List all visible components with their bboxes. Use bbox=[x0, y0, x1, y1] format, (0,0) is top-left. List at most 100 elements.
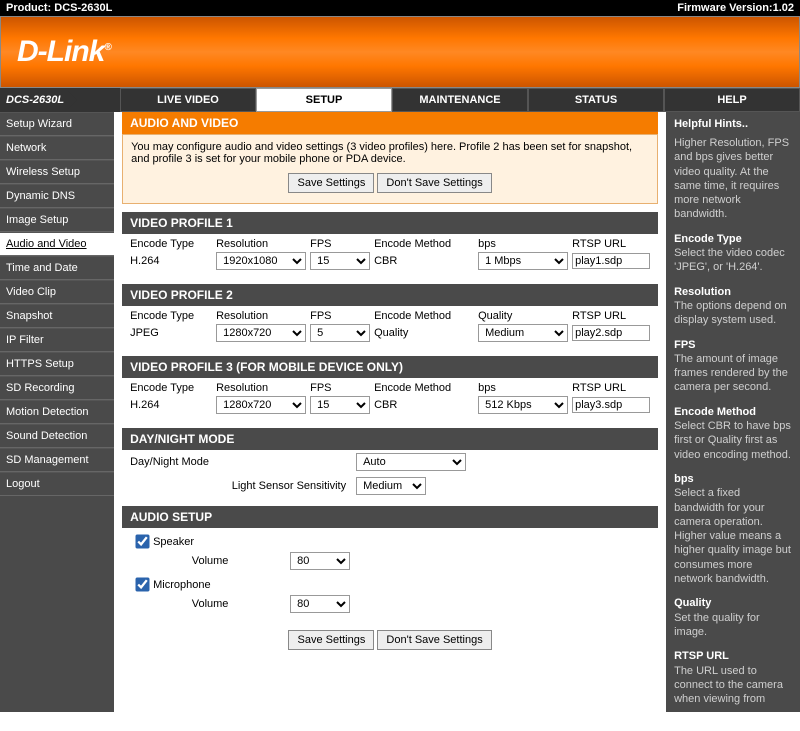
col-encode: Encode Type bbox=[130, 238, 212, 250]
speaker-volume-select[interactable]: 80 bbox=[290, 552, 350, 570]
col-rtsp: RTSP URL bbox=[572, 310, 650, 322]
tab-status[interactable]: STATUS bbox=[528, 88, 664, 112]
sidebar-item-audio-and-video[interactable]: Audio and Video bbox=[0, 232, 114, 256]
hint-bps-h: bps bbox=[674, 472, 792, 486]
audio-header: AUDIO SETUP bbox=[122, 506, 658, 528]
hint-res-h: Resolution bbox=[674, 285, 792, 299]
p1-rtsp-input[interactable] bbox=[572, 253, 650, 269]
microphone-checkbox[interactable] bbox=[135, 577, 149, 591]
model-tag: DCS-2630L bbox=[0, 88, 120, 112]
col-encode: Encode Type bbox=[130, 310, 212, 322]
p3-method: CBR bbox=[374, 399, 474, 411]
col-bps: bps bbox=[478, 382, 568, 394]
page-title: AUDIO AND VIDEO bbox=[122, 112, 658, 134]
col-encode: Encode Type bbox=[130, 382, 212, 394]
microphone-volume-label: Volume bbox=[130, 598, 290, 610]
hint-q-h: Quality bbox=[674, 596, 792, 610]
sidebar-item-sound-detection[interactable]: Sound Detection bbox=[0, 424, 114, 448]
save-settings-top-button[interactable]: Save Settings bbox=[288, 173, 374, 193]
sidebar-item-logout[interactable]: Logout bbox=[0, 472, 114, 496]
hints-panel: Helpful Hints.. Higher Resolution, FPS a… bbox=[666, 112, 800, 712]
speaker-checkbox[interactable] bbox=[135, 534, 149, 548]
speaker-volume-label: Volume bbox=[130, 555, 290, 567]
dont-save-settings-bottom-button[interactable]: Don't Save Settings bbox=[377, 630, 491, 650]
p2-quality-select[interactable]: Medium bbox=[478, 324, 568, 342]
col-bps: bps bbox=[478, 238, 568, 250]
daynight-header: DAY/NIGHT MODE bbox=[122, 428, 658, 450]
col-fps: FPS bbox=[310, 310, 370, 322]
sidebar-item-wireless-setup[interactable]: Wireless Setup bbox=[0, 160, 114, 184]
col-fps: FPS bbox=[310, 382, 370, 394]
profile3-grid: Encode Type Resolution FPS Encode Method… bbox=[122, 378, 658, 420]
p1-encode: H.264 bbox=[130, 255, 212, 267]
hint-rtsp-t: The URL used to connect to the camera wh… bbox=[674, 665, 783, 706]
dont-save-settings-top-button[interactable]: Don't Save Settings bbox=[377, 173, 491, 193]
p1-fps-select[interactable]: 15 bbox=[310, 252, 370, 270]
p2-fps-select[interactable]: 5 bbox=[310, 324, 370, 342]
p3-resolution-select[interactable]: 1280x720 bbox=[216, 396, 306, 414]
sidebar-item-ip-filter[interactable]: IP Filter bbox=[0, 328, 114, 352]
tab-live-video[interactable]: LIVE VIDEO bbox=[120, 88, 256, 112]
sidebar-item-motion-detection[interactable]: Motion Detection bbox=[0, 400, 114, 424]
hint-bps-t: Select a fixed bandwidth for your camera… bbox=[674, 487, 791, 585]
sidebar-item-snapshot[interactable]: Snapshot bbox=[0, 304, 114, 328]
sidebar-item-time-and-date[interactable]: Time and Date bbox=[0, 256, 114, 280]
col-rtsp: RTSP URL bbox=[572, 382, 650, 394]
col-res: Resolution bbox=[216, 310, 306, 322]
profile2-grid: Encode Type Resolution FPS Encode Method… bbox=[122, 306, 658, 348]
microphone-label: Microphone bbox=[153, 579, 210, 591]
save-settings-bottom-button[interactable]: Save Settings bbox=[288, 630, 374, 650]
p2-rtsp-input[interactable] bbox=[572, 325, 650, 341]
sidebar-item-network[interactable]: Network bbox=[0, 136, 114, 160]
profile1-grid: Encode Type Resolution FPS Encode Method… bbox=[122, 234, 658, 276]
profile1-header: VIDEO PROFILE 1 bbox=[122, 212, 658, 234]
p1-bps-select[interactable]: 1 Mbps bbox=[478, 252, 568, 270]
p2-method: Quality bbox=[374, 327, 474, 339]
p2-resolution-select[interactable]: 1280x720 bbox=[216, 324, 306, 342]
tab-setup[interactable]: SETUP bbox=[256, 88, 392, 112]
microphone-volume-select[interactable]: 80 bbox=[290, 595, 350, 613]
hints-intro: Higher Resolution, FPS and bps gives bet… bbox=[674, 136, 792, 222]
tab-help[interactable]: HELP bbox=[664, 88, 800, 112]
speaker-label: Speaker bbox=[153, 536, 194, 548]
col-method: Encode Method bbox=[374, 238, 474, 250]
col-res: Resolution bbox=[216, 382, 306, 394]
p1-method: CBR bbox=[374, 255, 474, 267]
col-fps: FPS bbox=[310, 238, 370, 250]
light-sensitivity-label: Light Sensor Sensitivity bbox=[130, 480, 356, 492]
sidebar-item-dynamic-dns[interactable]: Dynamic DNS bbox=[0, 184, 114, 208]
p1-resolution-select[interactable]: 1920x1080 bbox=[216, 252, 306, 270]
brand-logo: D-Link® bbox=[17, 35, 111, 69]
p3-fps-select[interactable]: 15 bbox=[310, 396, 370, 414]
hint-q-t: Set the quality for image. bbox=[674, 612, 760, 638]
col-method: Encode Method bbox=[374, 310, 474, 322]
sidebar-item-https-setup[interactable]: HTTPS Setup bbox=[0, 352, 114, 376]
intro-panel: You may configure audio and video settin… bbox=[122, 134, 658, 204]
p2-encode: JPEG bbox=[130, 327, 212, 339]
intro-text: You may configure audio and video settin… bbox=[131, 141, 649, 165]
hints-title: Helpful Hints.. bbox=[674, 118, 792, 130]
daynight-mode-label: Day/Night Mode bbox=[130, 456, 260, 468]
hint-fps-t: The amount of image frames rendered by t… bbox=[674, 353, 788, 394]
product-label: Product: DCS-2630L bbox=[6, 2, 112, 14]
sidebar-item-sd-management[interactable]: SD Management bbox=[0, 448, 114, 472]
sidebar-item-setup-wizard[interactable]: Setup Wizard bbox=[0, 112, 114, 136]
sidebar-item-video-clip[interactable]: Video Clip bbox=[0, 280, 114, 304]
p3-bps-select[interactable]: 512 Kbps bbox=[478, 396, 568, 414]
p3-encode: H.264 bbox=[130, 399, 212, 411]
hint-encode-t: Select the video codec 'JPEG', or 'H.264… bbox=[674, 247, 785, 273]
sidebar-item-image-setup[interactable]: Image Setup bbox=[0, 208, 114, 232]
brand-banner: D-Link® bbox=[0, 16, 800, 88]
main-content: AUDIO AND VIDEO You may configure audio … bbox=[114, 112, 666, 712]
p3-rtsp-input[interactable] bbox=[572, 397, 650, 413]
top-bar: Product: DCS-2630L Firmware Version:1.02 bbox=[0, 0, 800, 16]
col-rtsp: RTSP URL bbox=[572, 238, 650, 250]
hint-encode-h: Encode Type bbox=[674, 232, 792, 246]
tab-maintenance[interactable]: MAINTENANCE bbox=[392, 88, 528, 112]
sidebar: Setup WizardNetworkWireless SetupDynamic… bbox=[0, 112, 114, 712]
light-sensitivity-select[interactable]: Medium bbox=[356, 477, 426, 495]
col-method: Encode Method bbox=[374, 382, 474, 394]
profile3-header: VIDEO PROFILE 3 (FOR MOBILE DEVICE ONLY) bbox=[122, 356, 658, 378]
daynight-mode-select[interactable]: Auto bbox=[356, 453, 466, 471]
sidebar-item-sd-recording[interactable]: SD Recording bbox=[0, 376, 114, 400]
